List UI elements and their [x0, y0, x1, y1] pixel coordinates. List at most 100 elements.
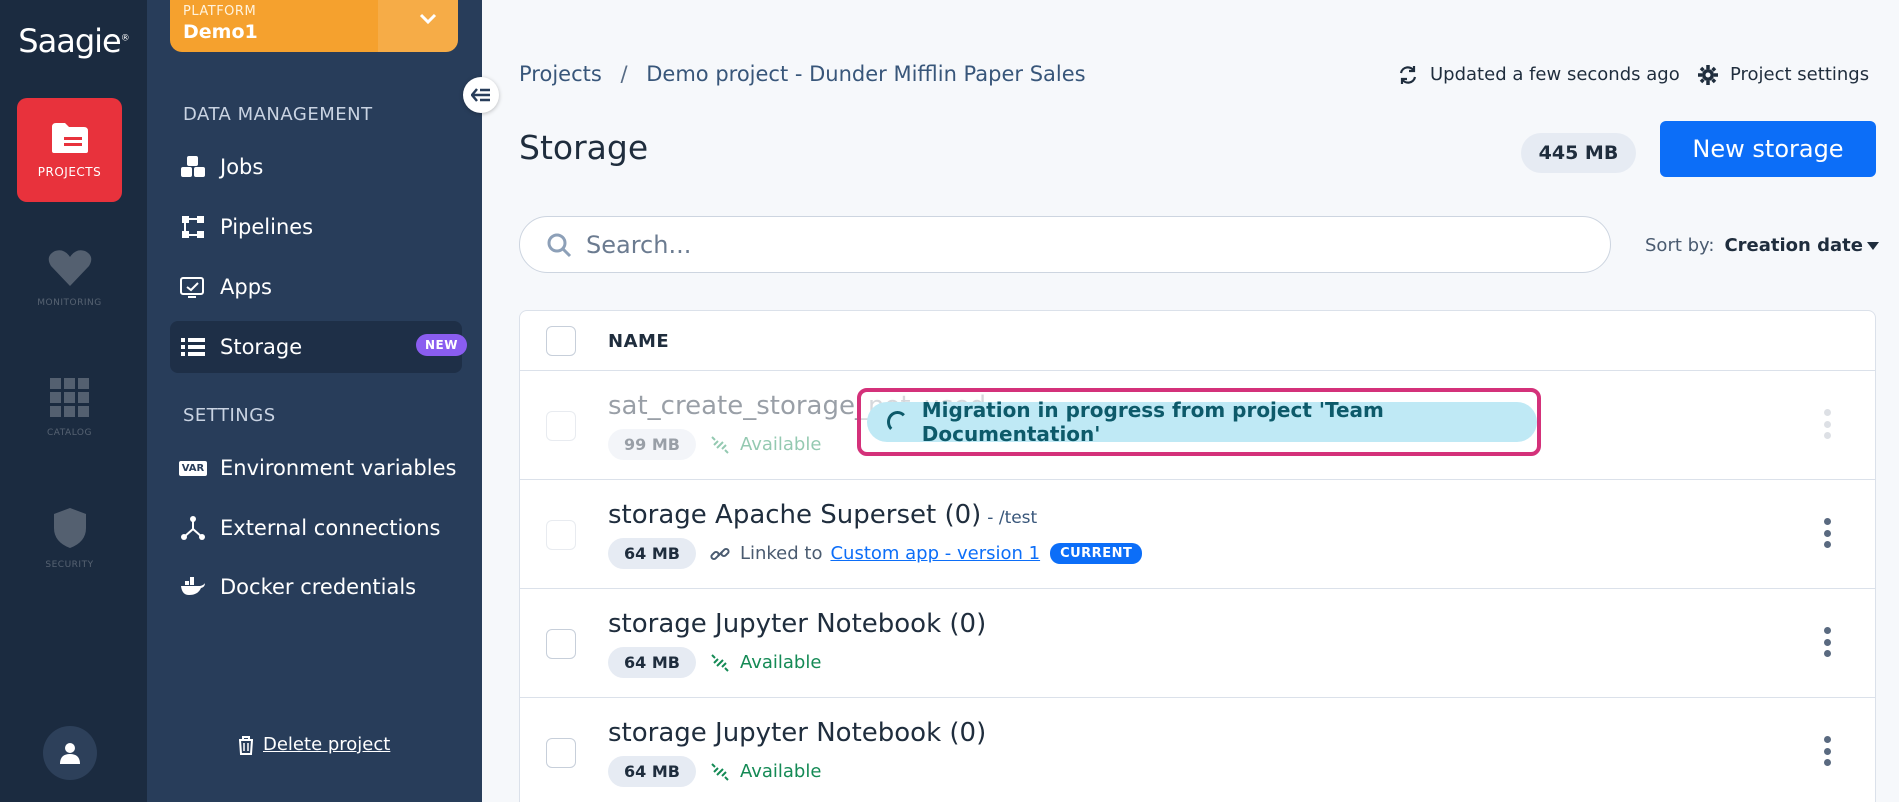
updated-text: Updated a few seconds ago	[1430, 64, 1680, 85]
unlinked-icon	[711, 653, 729, 672]
connections-icon	[180, 515, 206, 541]
app-window-icon	[180, 274, 206, 300]
storage-meta: 99 MB Available	[608, 429, 821, 460]
page-title: Storage	[519, 128, 649, 167]
var-icon: VAR	[178, 455, 208, 481]
migration-highlight: Migration in progress from project 'Team…	[857, 388, 1541, 456]
rail-label: CATALOG	[47, 428, 92, 438]
section-settings: SETTINGS	[183, 405, 276, 426]
storage-name-wrap: storage Apache Superset (0) - /test	[608, 500, 1037, 530]
breadcrumb-separator: /	[620, 62, 628, 86]
section-data-management: DATA MANAGEMENT	[183, 104, 373, 125]
shield-icon	[53, 508, 86, 548]
pipeline-icon	[180, 214, 206, 240]
column-header-name[interactable]: NAME	[608, 331, 669, 352]
row-menu-button[interactable]	[1823, 627, 1831, 657]
select-all-checkbox[interactable]	[546, 326, 576, 356]
user-avatar[interactable]	[43, 726, 97, 780]
sidebar-item-jobs[interactable]: Jobs	[170, 141, 462, 193]
spinner-icon	[887, 411, 908, 433]
storage-table: NAME sat_create_storage_not_used 99 MB A…	[519, 310, 1876, 802]
refresh-status[interactable]: Updated a few seconds ago	[1398, 64, 1680, 85]
trash-icon	[239, 735, 253, 755]
row-checkbox[interactable]	[546, 520, 576, 550]
total-size-badge: 445 MB	[1521, 133, 1636, 173]
rail-item-monitoring[interactable]: MONITORING	[17, 226, 122, 330]
row-menu-button[interactable]	[1823, 518, 1831, 548]
refresh-icon	[1399, 65, 1417, 84]
row-menu-button[interactable]	[1823, 409, 1831, 439]
collapse-sidebar-button[interactable]	[463, 77, 499, 113]
sidebar-item-pipelines[interactable]: Pipelines	[170, 201, 462, 253]
sort-control[interactable]: Sort by: Creation date	[1645, 235, 1879, 256]
sidebar-item-label: Storage	[220, 335, 303, 359]
folder-icon	[51, 123, 88, 153]
status-available: Available	[739, 761, 822, 782]
storage-meta: 64 MB Available	[608, 647, 821, 678]
search-bar[interactable]	[519, 216, 1611, 273]
size-badge: 99 MB	[608, 429, 696, 460]
sort-value: Creation date	[1724, 235, 1863, 256]
sidebar-item-apps[interactable]: Apps	[170, 261, 462, 313]
left-rail: Saagie® PROJECTS MONITORING CATALOG SECU…	[0, 0, 147, 802]
row-checkbox[interactable]	[546, 738, 576, 768]
unlinked-icon	[711, 762, 729, 781]
link-icon	[710, 547, 730, 560]
sidebar: PLATFORM Demo1 DATA MANAGEMENT Jobs Pipe…	[147, 0, 482, 802]
list-icon	[180, 334, 206, 360]
delete-project-link[interactable]: Delete project	[237, 734, 390, 755]
migration-status-badge: Migration in progress from project 'Team…	[867, 398, 1537, 446]
new-badge: NEW	[416, 334, 467, 356]
linked-app-link[interactable]: Custom app - version 1	[830, 543, 1040, 564]
heart-pulse-icon	[48, 250, 91, 286]
sidebar-item-environment-variables[interactable]: VAR Environment variables	[170, 442, 462, 494]
migration-text: Migration in progress from project 'Team…	[921, 398, 1384, 446]
table-row[interactable]: storage Jupyter Notebook (0) 64 MB Avail…	[520, 698, 1875, 802]
platform-name: Demo1	[183, 21, 258, 43]
sidebar-item-label: Apps	[220, 275, 272, 299]
unlinked-icon	[711, 435, 729, 454]
platform-decoration	[378, 0, 458, 52]
rail-item-security[interactable]: SECURITY	[17, 486, 122, 590]
sidebar-item-external-connections[interactable]: External connections	[170, 502, 462, 554]
sidebar-item-label: External connections	[220, 516, 441, 540]
table-row[interactable]: storage Apache Superset (0) - /test 64 MB…	[520, 480, 1875, 589]
delete-project-label: Delete project	[263, 734, 391, 755]
row-checkbox[interactable]	[546, 629, 576, 659]
storage-name: storage Jupyter Notebook (0)	[608, 609, 987, 639]
cubes-icon	[180, 154, 206, 180]
storage-meta: 64 MB Linked to Custom app - version 1 C…	[608, 538, 1143, 569]
project-settings-label: Project settings	[1730, 64, 1870, 85]
rail-label: SECURITY	[45, 560, 94, 570]
row-checkbox[interactable]	[546, 411, 576, 441]
sort-label: Sort by:	[1645, 235, 1715, 256]
sidebar-item-label: Docker credentials	[220, 575, 417, 599]
row-menu-button[interactable]	[1823, 736, 1831, 766]
storage-path: - /test	[987, 508, 1038, 528]
storage-meta: 64 MB Available	[608, 756, 821, 787]
chevron-down-icon	[419, 13, 437, 25]
size-badge: 64 MB	[608, 756, 696, 787]
sidebar-item-docker-credentials[interactable]: Docker credentials	[170, 561, 462, 613]
breadcrumb-current[interactable]: Demo project - Dunder Mifflin Paper Sale…	[646, 62, 1085, 86]
project-settings-link[interactable]: Project settings	[1698, 64, 1869, 85]
table-row[interactable]: storage Jupyter Notebook (0) 64 MB Avail…	[520, 589, 1875, 698]
size-badge: 64 MB	[608, 538, 696, 569]
breadcrumb-projects[interactable]: Projects	[519, 62, 602, 86]
size-badge: 64 MB	[608, 647, 696, 678]
platform-label: PLATFORM	[183, 4, 257, 19]
caret-down-icon	[1866, 241, 1879, 250]
search-input[interactable]	[586, 230, 1486, 259]
breadcrumb: Projects / Demo project - Dunder Mifflin…	[519, 62, 1086, 86]
rail-item-catalog[interactable]: CATALOG	[17, 356, 122, 460]
user-icon	[60, 743, 80, 764]
sidebar-item-storage[interactable]: Storage NEW	[170, 321, 467, 373]
linked-prefix: Linked to	[739, 543, 823, 564]
rail-item-projects[interactable]: PROJECTS	[17, 98, 122, 202]
storage-name: storage Apache Superset (0)	[608, 500, 982, 530]
search-icon	[547, 233, 572, 257]
table-header: NAME	[520, 311, 1875, 371]
new-storage-button[interactable]: New storage	[1660, 121, 1876, 177]
saagie-logo[interactable]: Saagie®	[0, 22, 147, 60]
platform-selector[interactable]: PLATFORM Demo1	[170, 0, 458, 52]
